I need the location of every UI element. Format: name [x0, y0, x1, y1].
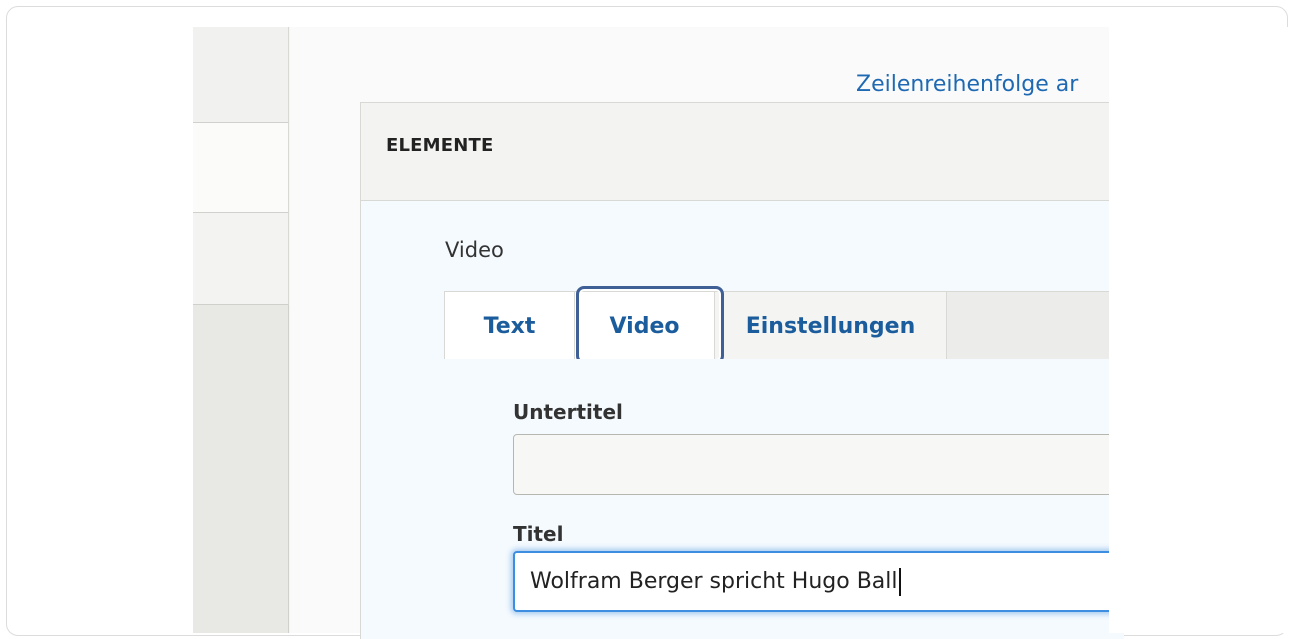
subtitle-label: Untertitel: [513, 400, 623, 424]
title-input-value: Wolfram Berger spricht Hugo Ball: [530, 569, 898, 594]
title-input[interactable]: Wolfram Berger spricht Hugo Ball: [513, 551, 1133, 612]
tab-video[interactable]: Video: [575, 292, 715, 360]
sidebar-block: [193, 27, 289, 123]
elements-title: ELEMENTE: [386, 135, 494, 156]
text-caret: [898, 567, 901, 596]
sidebar-block: [193, 305, 289, 633]
reorder-rows-link[interactable]: Zeilenreihenfolge ar: [856, 72, 1078, 97]
admin-sidebar: [193, 27, 290, 633]
sidebar-block: [193, 123, 289, 212]
subtitle-input[interactable]: [513, 434, 1133, 495]
tabs-bar: Text Video Einstellungen: [444, 291, 1124, 360]
right-margin: [1109, 27, 1294, 633]
tab-settings[interactable]: Einstellungen: [715, 292, 947, 360]
title-label: Titel: [513, 522, 564, 546]
elements-header: ELEMENTE: [361, 103, 1119, 201]
tab-text[interactable]: Text: [445, 292, 575, 360]
paragraph-type-label: Video: [445, 238, 504, 262]
sidebar-block: [193, 212, 289, 305]
